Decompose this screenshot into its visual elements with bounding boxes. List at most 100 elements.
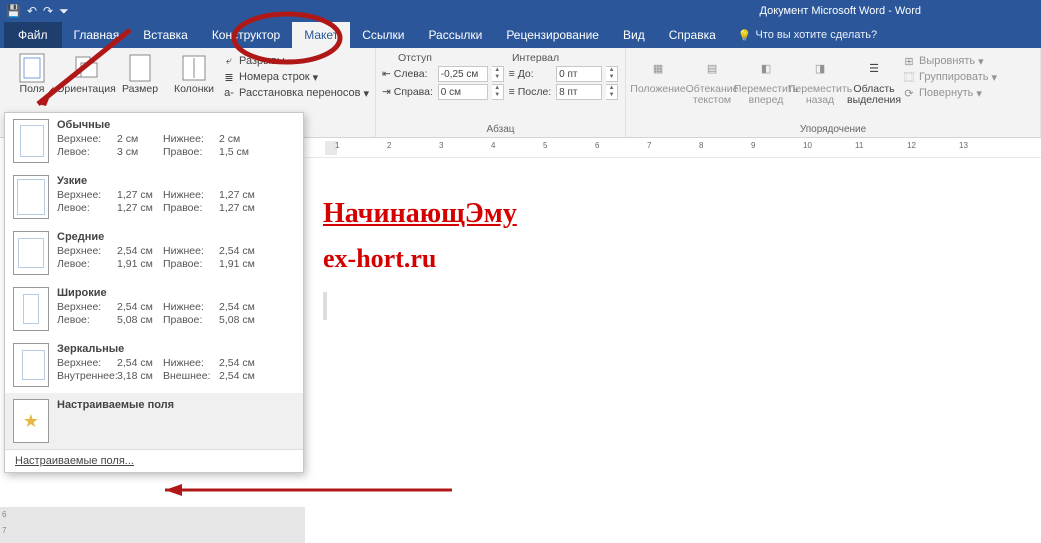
star-icon: ★ [23, 411, 39, 432]
tab-view[interactable]: Вид [611, 22, 657, 48]
ruler-tick: 5 [543, 141, 547, 150]
orientation-label: Ориентация [56, 84, 116, 95]
spacing-after-icon: ≡ После: [509, 86, 552, 98]
wrap-text-button[interactable]: ▤Обтекание текстом [686, 52, 738, 106]
document-area[interactable]: НачинающЭму ex-hort.ru [305, 158, 1041, 543]
margins-preset-0[interactable]: Обычные Верхнее:2 смНижнее:2 смЛевое:3 см… [5, 113, 303, 169]
document-title: Документ Microsoft Word - Word [760, 5, 1041, 17]
preset-values: Верхнее:2,54 смНижнее:2,54 смЛевое:5,08 … [57, 301, 295, 326]
custom-margins-button[interactable]: Настраиваемые поля... [5, 449, 303, 472]
group-btn-label: Группировать [919, 71, 989, 83]
line-numbers-button[interactable]: ≣Номера строк ▾ [222, 70, 369, 84]
ruler-tick: 1 [335, 141, 339, 150]
doc-subheading[interactable]: ex-hort.ru [323, 244, 1041, 274]
redo-icon[interactable]: ↷ [43, 4, 53, 18]
qat-customize-icon[interactable]: ⏷ [59, 4, 69, 19]
lightbulb-icon: 💡 [738, 29, 752, 42]
rotate-button[interactable]: ⟳Повернуть ▾ [902, 86, 997, 100]
tab-mailings[interactable]: Рассылки [416, 22, 494, 48]
tab-review[interactable]: Рецензирование [494, 22, 611, 48]
preset-title: Широкие [57, 287, 295, 299]
preset-icon [13, 119, 49, 163]
line-numbers-label: Номера строк [239, 71, 310, 83]
indent-right-spinner[interactable]: ▲▼ [492, 84, 504, 100]
wrap-label: Обтекание текстом [686, 84, 739, 106]
indent-left-input[interactable]: -0,25 см [438, 66, 488, 82]
group-icon: ⿴ [902, 70, 916, 84]
columns-button[interactable]: Колонки [168, 52, 220, 100]
breaks-icon: ⤶ [222, 54, 236, 68]
tab-layout[interactable]: Макет [292, 22, 350, 48]
arrange-stack: ⊞Выровнять ▾ ⿴Группировать ▾ ⟳Повернуть … [902, 52, 997, 106]
margins-icon [18, 54, 46, 82]
horizontal-ruler[interactable]: 12345678910111213 [305, 138, 1041, 158]
tab-file[interactable]: Файл [4, 22, 62, 48]
orientation-button[interactable]: Ориентация [60, 52, 112, 100]
preset-title: Обычные [57, 119, 295, 131]
spacing-after-input[interactable]: 8 пт [556, 84, 602, 100]
spacing-before-spinner[interactable]: ▲▼ [606, 66, 618, 82]
tab-help[interactable]: Справка [657, 22, 728, 48]
forward-icon: ◧ [752, 54, 780, 82]
quick-access-toolbar: 💾 ↶ ↷ ⏷ [0, 4, 69, 19]
preset-icon [13, 287, 49, 331]
ruler-tick: 9 [751, 141, 755, 150]
page-margin-strip [0, 507, 305, 543]
margins-preset-2[interactable]: СредниеВерхнее:2,54 смНижнее:2,54 смЛево… [5, 225, 303, 281]
indent-left-spinner[interactable]: ▲▼ [492, 66, 504, 82]
position-button[interactable]: ▦Положение [632, 52, 684, 106]
position-label: Положение [630, 84, 686, 95]
backward-icon: ◨ [806, 54, 834, 82]
ruler-tick: 10 [803, 141, 812, 150]
indent-right-icon: ⇥ Справа: [382, 86, 434, 98]
send-backward-button[interactable]: ◨Переместить назад [794, 52, 846, 106]
preset-title: Средние [57, 231, 295, 243]
wrap-icon: ▤ [698, 54, 726, 82]
group-button[interactable]: ⿴Группировать ▾ [902, 70, 997, 84]
spacing-after-spinner[interactable]: ▲▼ [606, 84, 618, 100]
breaks-button[interactable]: ⤶Разрывы ▾ [222, 54, 369, 68]
indent-heading: Отступ [398, 52, 432, 64]
ruler-tick: 13 [959, 141, 968, 150]
spacing-before-input[interactable]: 0 пт [556, 66, 602, 82]
preset-title: Зеркальные [57, 343, 295, 355]
preset-icon [13, 231, 49, 275]
tell-me[interactable]: 💡 Что вы хотите сделать? [738, 22, 877, 48]
preset-values: Верхнее:2 смНижнее:2 смЛевое:3 смПравое:… [57, 133, 295, 158]
tab-design[interactable]: Конструктор [200, 22, 292, 48]
margins-preset-4[interactable]: ЗеркальныеВерхнее:2,54 смНижнее:2,54 смВ… [5, 337, 303, 393]
indent-right-input[interactable]: 0 см [438, 84, 488, 100]
tab-references[interactable]: Ссылки [350, 22, 416, 48]
margins-preset-1[interactable]: УзкиеВерхнее:1,27 смНижнее:1,27 смЛевое:… [5, 169, 303, 225]
selection-pane-button[interactable]: ☰Область выделения [848, 52, 900, 106]
group-arrange: ▦Положение ▤Обтекание текстом ◧Перемести… [626, 48, 1041, 137]
doc-heading[interactable]: НачинающЭму [323, 198, 1041, 230]
selection-label: Область выделения [847, 84, 901, 106]
custom-margins-label: Настраиваемые поля... [15, 455, 134, 467]
tell-me-label: Что вы хотите сделать? [755, 29, 877, 41]
preset-icon [13, 175, 49, 219]
ribbon-tabs: Файл Главная Вставка Конструктор Макет С… [0, 22, 1041, 48]
save-icon[interactable]: 💾 [6, 4, 21, 18]
custom-preset-title: Настраиваемые поля [57, 399, 295, 411]
size-button[interactable]: Размер [114, 52, 166, 100]
tab-insert[interactable]: Вставка [131, 22, 200, 48]
margins-preset-3[interactable]: Широкие Верхнее:2,54 смНижнее:2,54 смЛево… [5, 281, 303, 337]
align-label: Выровнять [919, 55, 975, 67]
text-cursor [323, 292, 327, 320]
bring-forward-button[interactable]: ◧Переместить вперед [740, 52, 792, 106]
indent-left-icon: ⇤ Слева: [382, 68, 434, 80]
spacing-heading: Интервал [512, 52, 559, 64]
preset-icon [13, 343, 49, 387]
preset-custom-last[interactable]: ★ Настраиваемые поля [5, 393, 303, 449]
title-bar: 💾 ↶ ↷ ⏷ Документ Microsoft Word - Word [0, 0, 1041, 22]
size-icon [126, 54, 154, 82]
hyphenation-button[interactable]: a-Расстановка переносов ▾ [222, 86, 369, 100]
margins-button[interactable]: Поля [6, 52, 58, 100]
columns-icon [180, 54, 208, 82]
spacing-before-icon: ≡ До: [509, 68, 552, 80]
undo-icon[interactable]: ↶ [27, 4, 37, 18]
tab-home[interactable]: Главная [62, 22, 132, 48]
arrange-group-label: Упорядочение [632, 122, 1034, 135]
align-button[interactable]: ⊞Выровнять ▾ [902, 54, 997, 68]
